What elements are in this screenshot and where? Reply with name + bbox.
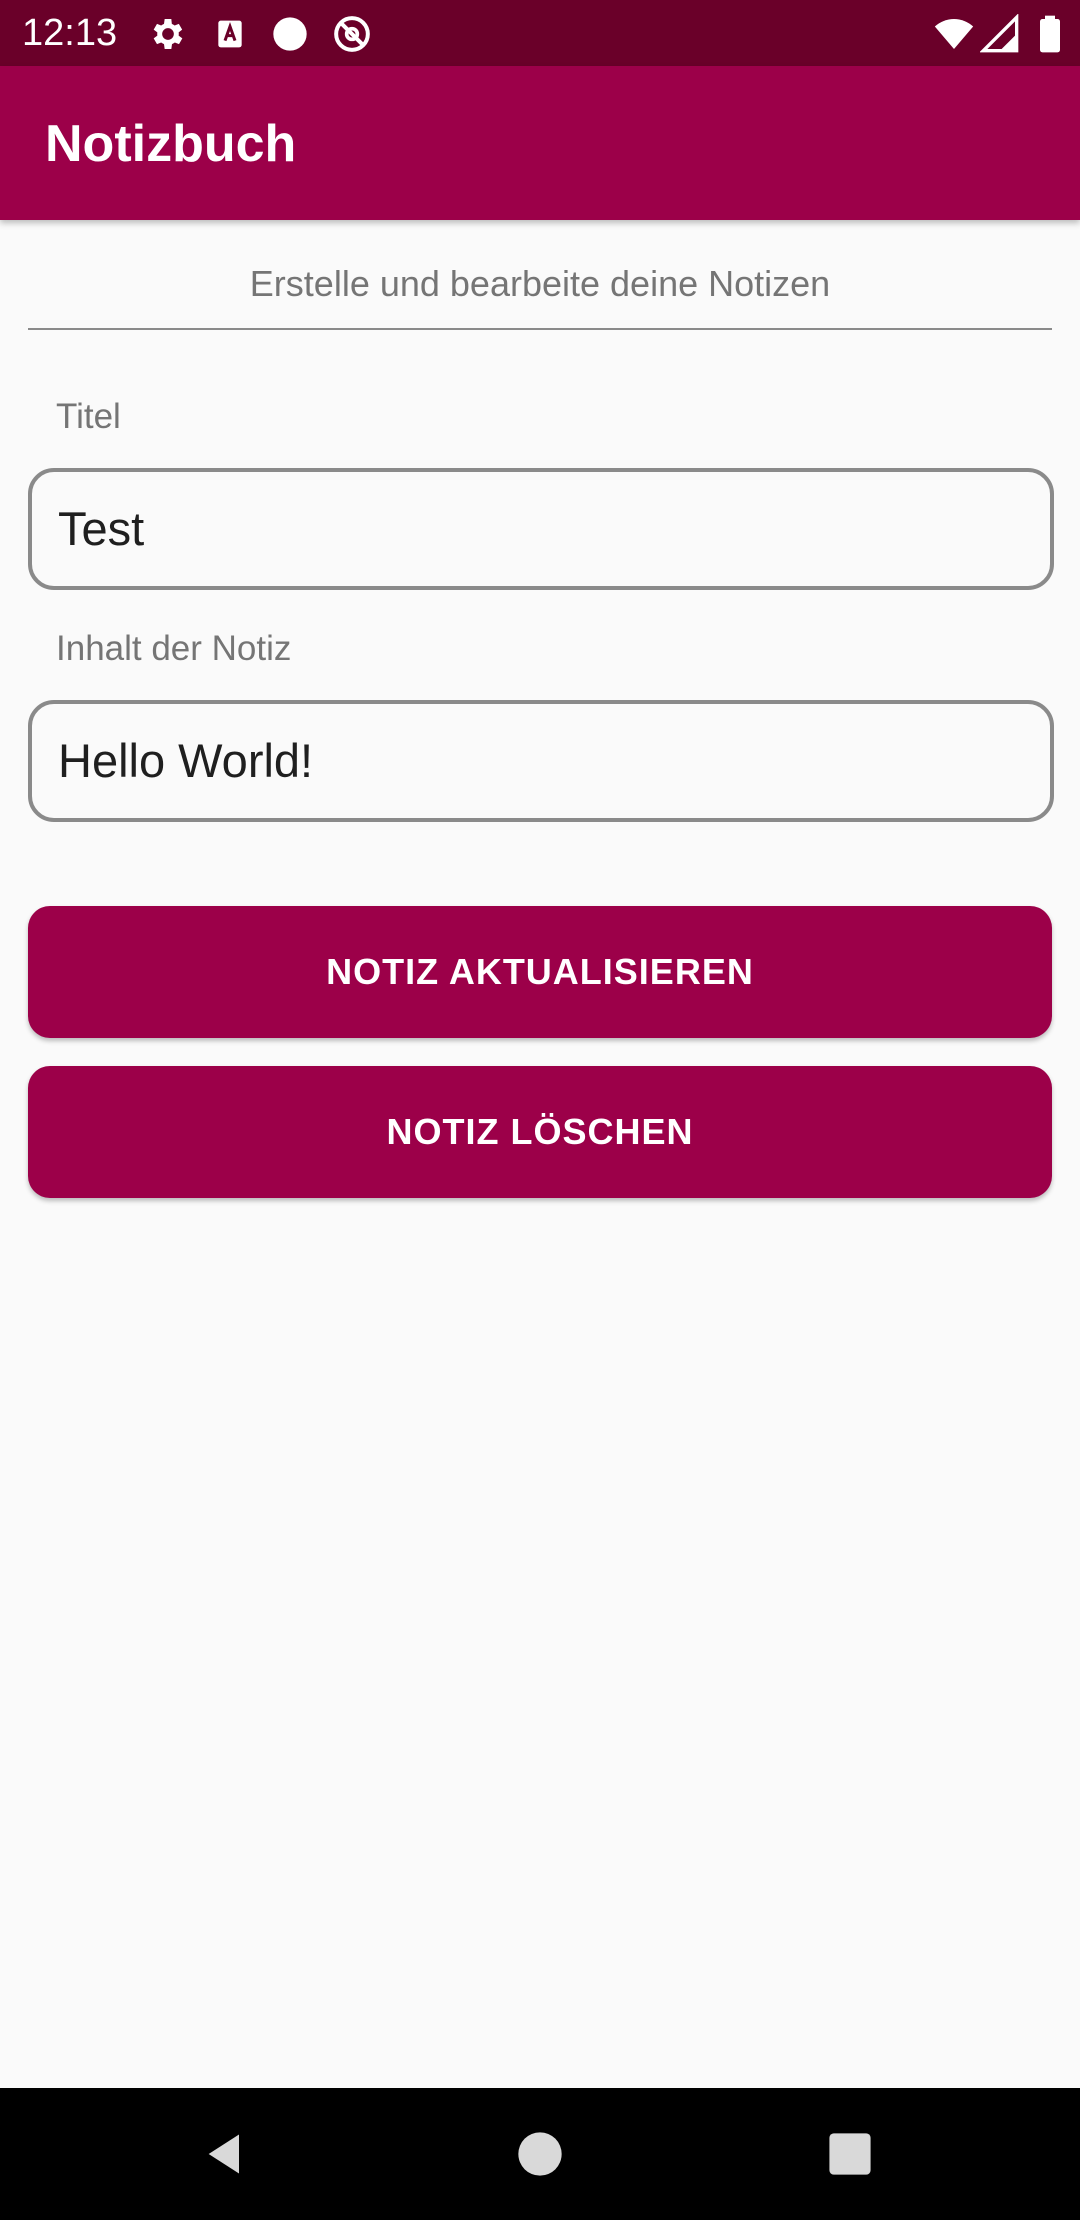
title-field-label: Titel <box>56 397 121 436</box>
delete-note-button[interactable]: NOTIZ LÖSCHEN <box>28 1066 1052 1198</box>
circle-dot-icon <box>270 14 310 54</box>
battery-icon <box>1030 14 1070 54</box>
back-triangle-icon[interactable] <box>200 2128 252 2180</box>
title-input-value: Test <box>58 502 145 555</box>
settings-icon <box>148 14 188 54</box>
wifi-icon <box>934 14 974 54</box>
title-input[interactable]: Test <box>28 468 1054 590</box>
cell-signal-icon <box>980 14 1020 54</box>
screen: 12:13 Notizbuch Erstelle und bearbeite d… <box>0 0 1080 2220</box>
status-time: 12:13 <box>22 12 118 54</box>
update-note-button[interactable]: NOTIZ AKTUALISIEREN <box>28 906 1052 1038</box>
content-input-value: Hello World! <box>58 734 314 787</box>
app-title: Notizbuch <box>45 115 297 173</box>
keyboard-a-icon <box>210 14 250 54</box>
navigation-bar <box>0 2088 1080 2220</box>
blocked-at-icon <box>332 14 372 54</box>
status-bar: 12:13 <box>0 0 1080 66</box>
page-subtitle: Erstelle und bearbeite deine Notizen <box>249 263 831 304</box>
home-circle-icon[interactable] <box>514 2128 566 2180</box>
app-bar: Notizbuch <box>0 66 1080 220</box>
content-input[interactable]: Hello World! <box>28 700 1054 822</box>
divider <box>28 328 1052 330</box>
content-field-label: Inhalt der Notiz <box>56 629 292 668</box>
recents-square-icon[interactable] <box>824 2128 876 2180</box>
